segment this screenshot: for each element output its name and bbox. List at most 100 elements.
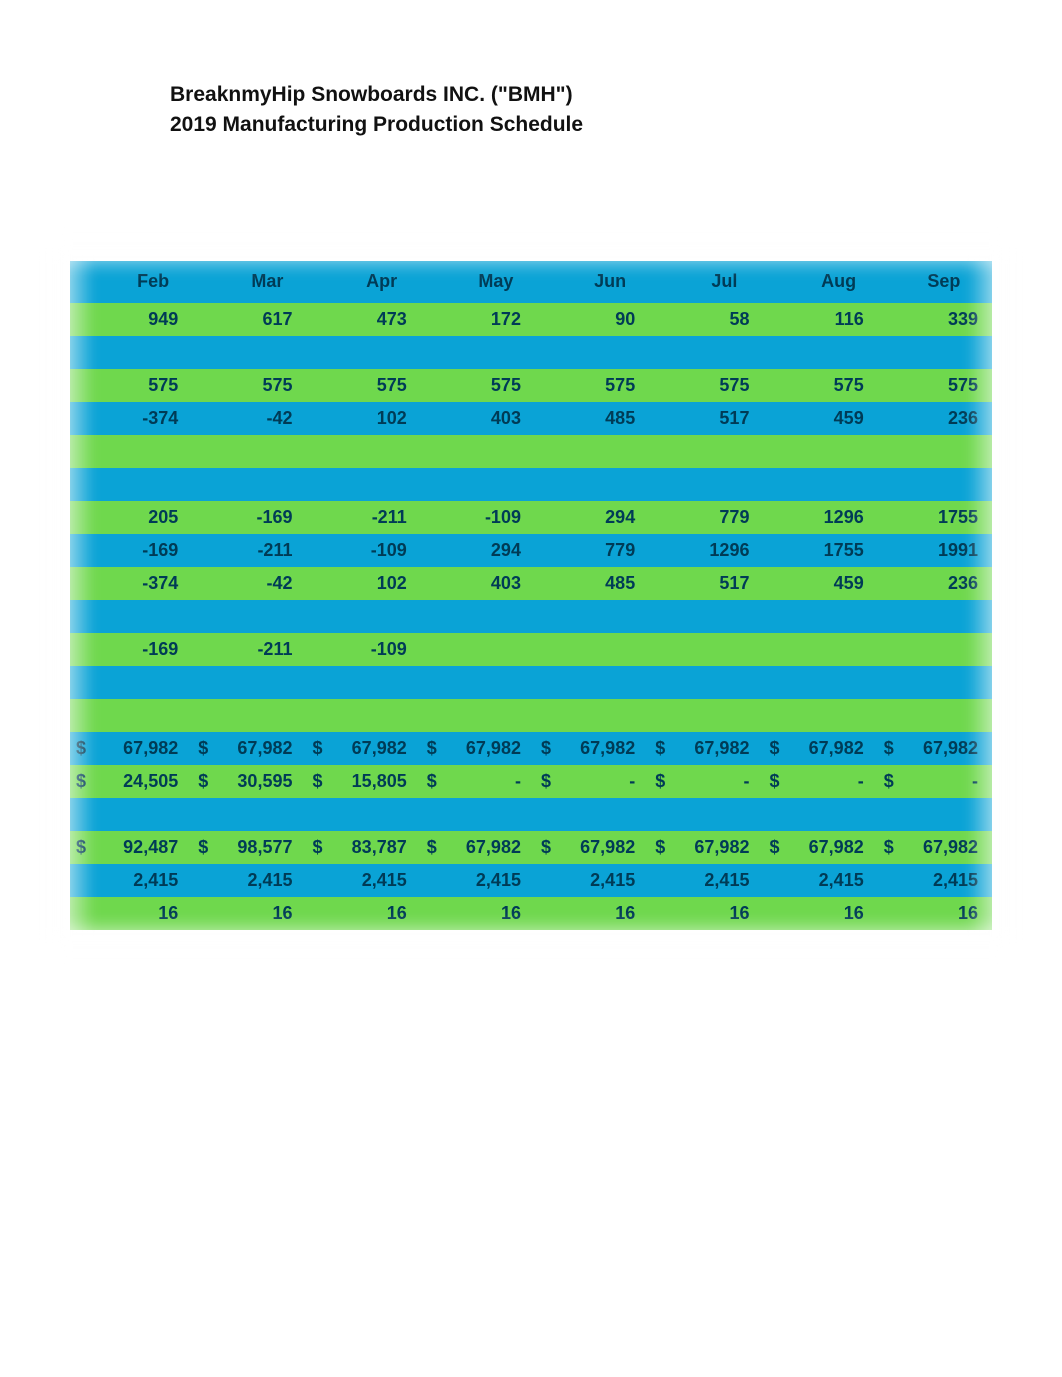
table-header-row: FebMarAprMayJunJulAugSep xyxy=(70,261,992,303)
gap-cell xyxy=(649,567,667,600)
cell-value: 83,787 xyxy=(325,831,421,864)
blank-cell xyxy=(70,435,992,468)
lead-cell xyxy=(70,369,96,402)
cell-value: 575 xyxy=(781,369,877,402)
gap-cell xyxy=(878,402,896,435)
gap-cell xyxy=(649,303,667,336)
gap-cell xyxy=(192,501,210,534)
lead-cell xyxy=(70,303,96,336)
cell-value: - xyxy=(896,765,992,798)
currency-symbol: $ xyxy=(192,831,210,864)
currency-symbol: $ xyxy=(535,765,553,798)
gap-cell xyxy=(192,402,210,435)
table-row xyxy=(70,798,992,831)
currency-symbol: $ xyxy=(535,732,553,765)
currency-symbol: $ xyxy=(535,831,553,864)
cell-value: -169 xyxy=(96,534,192,567)
currency-symbol: $ xyxy=(70,765,96,798)
currency-symbol: $ xyxy=(70,831,96,864)
gap-cell xyxy=(535,501,553,534)
currency-symbol: $ xyxy=(421,765,439,798)
cell-value: 2,415 xyxy=(325,864,421,897)
blank-cell xyxy=(70,336,992,369)
cell-value: 98,577 xyxy=(210,831,306,864)
currency-symbol: $ xyxy=(763,831,781,864)
cell-value: 473 xyxy=(325,303,421,336)
gap-cell xyxy=(306,864,324,897)
table-row xyxy=(70,699,992,732)
gap-cell xyxy=(421,864,439,897)
table-row: 9496174731729058116339 xyxy=(70,303,992,336)
cell-value: - xyxy=(781,765,877,798)
gap-cell xyxy=(763,501,781,534)
gap-cell xyxy=(763,402,781,435)
gap-cell xyxy=(763,567,781,600)
cell-value: 779 xyxy=(667,501,763,534)
gap-cell xyxy=(421,369,439,402)
gap-cell xyxy=(535,303,553,336)
cell-value: 294 xyxy=(553,501,649,534)
cell-value: 575 xyxy=(439,369,535,402)
gap-cell xyxy=(878,303,896,336)
cell-value: 102 xyxy=(325,567,421,600)
currency-symbol: $ xyxy=(421,831,439,864)
cell-value: 67,982 xyxy=(896,831,992,864)
table-row xyxy=(70,468,992,501)
cell-value: - xyxy=(553,765,649,798)
currency-symbol: $ xyxy=(306,765,324,798)
gap-cell xyxy=(192,303,210,336)
gap-cell xyxy=(763,369,781,402)
column-header: Jul xyxy=(667,261,781,303)
cell-value: 172 xyxy=(439,303,535,336)
cell-value: -211 xyxy=(325,501,421,534)
cell-value: 67,982 xyxy=(325,732,421,765)
table-row: $24,505$30,595$15,805$-$-$-$-$- xyxy=(70,765,992,798)
cell-value: 575 xyxy=(896,369,992,402)
cell-value: 16 xyxy=(553,897,649,930)
cell-value: 67,982 xyxy=(667,732,763,765)
cell-value: -109 xyxy=(325,534,421,567)
currency-symbol: $ xyxy=(306,831,324,864)
cell-value: -211 xyxy=(210,534,306,567)
gap-cell xyxy=(878,567,896,600)
table-row: 1616161616161616 xyxy=(70,897,992,930)
cell-value: 1296 xyxy=(781,501,877,534)
gap-cell xyxy=(306,897,324,930)
cell-value: 779 xyxy=(553,534,649,567)
table-row: 575575575575575575575575 xyxy=(70,369,992,402)
gap-cell xyxy=(535,633,553,666)
cell-value: 2,415 xyxy=(210,864,306,897)
cell-value xyxy=(781,633,877,666)
gap-cell xyxy=(649,369,667,402)
gap-cell xyxy=(306,501,324,534)
currency-symbol: $ xyxy=(421,732,439,765)
cell-value: 236 xyxy=(896,567,992,600)
currency-symbol: $ xyxy=(192,765,210,798)
currency-symbol: $ xyxy=(306,732,324,765)
gap-cell xyxy=(192,864,210,897)
column-header: Sep xyxy=(896,261,992,303)
gap-cell xyxy=(878,534,896,567)
column-header: May xyxy=(439,261,553,303)
gap-cell xyxy=(535,369,553,402)
cell-value: 2,415 xyxy=(553,864,649,897)
lead-cell xyxy=(70,402,96,435)
column-header: Apr xyxy=(325,261,439,303)
cell-value: 2,415 xyxy=(781,864,877,897)
currency-symbol: $ xyxy=(878,732,896,765)
cell-value: 1296 xyxy=(667,534,763,567)
cell-value: 617 xyxy=(210,303,306,336)
gap-cell xyxy=(306,402,324,435)
gap-cell xyxy=(306,369,324,402)
cell-value: 575 xyxy=(210,369,306,402)
cell-value: 67,982 xyxy=(781,831,877,864)
cell-value: 485 xyxy=(553,567,649,600)
gap-cell xyxy=(763,534,781,567)
cell-value: 30,595 xyxy=(210,765,306,798)
cell-value: 236 xyxy=(896,402,992,435)
table-row: -374-42102403485517459236 xyxy=(70,402,992,435)
gap-cell xyxy=(763,633,781,666)
currency-symbol: $ xyxy=(70,732,96,765)
currency-symbol: $ xyxy=(763,732,781,765)
cell-value: 2,415 xyxy=(96,864,192,897)
